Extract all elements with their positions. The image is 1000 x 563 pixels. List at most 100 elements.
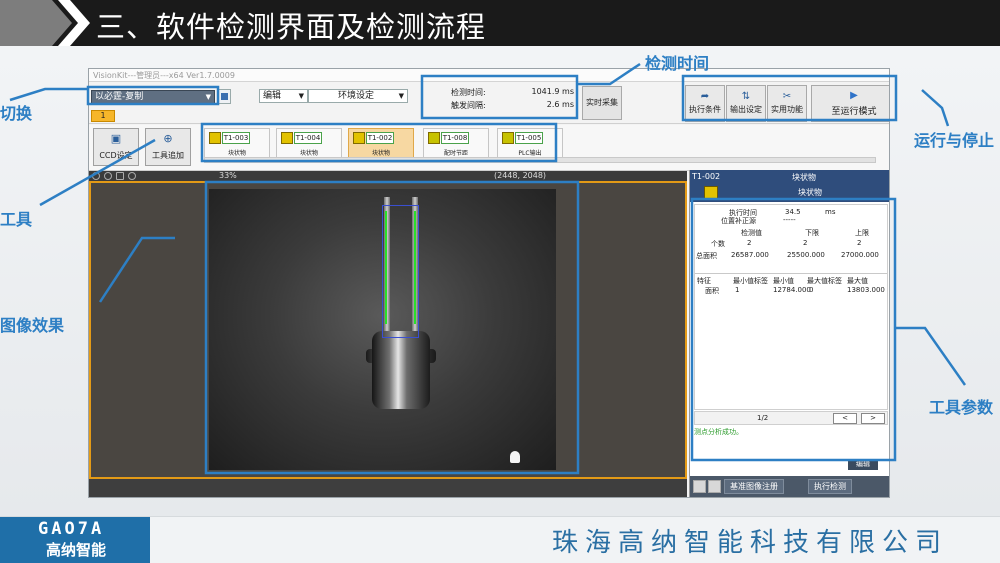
tool-card-T1-008[interactable]: T1-008 配时节距 bbox=[423, 128, 489, 158]
feature-header: 最小值标签 bbox=[733, 277, 768, 285]
pos-comp-value: ----- bbox=[783, 216, 796, 224]
slide-title: 三、软件检测界面及检测流程 bbox=[96, 10, 487, 44]
plc-tool-icon bbox=[502, 132, 514, 144]
edit-menu-label: 编辑 bbox=[263, 91, 282, 101]
slide-footer: GAO7A 高纳智能 珠海高纳智能科技有限公司 bbox=[0, 516, 1000, 563]
program-select-value: 以必霆-复制 bbox=[95, 92, 144, 102]
env-menu-label: 环境设定 bbox=[338, 91, 375, 101]
run-mode-button[interactable]: ▶ 至运行模式 bbox=[811, 85, 889, 122]
feature-cell: 13803.000 bbox=[847, 286, 885, 294]
annotation-tool-params: 工具参数 bbox=[929, 398, 994, 417]
feature-cell: 1 bbox=[735, 286, 740, 294]
row-label: 个数 bbox=[711, 240, 725, 248]
edit-menu[interactable]: 编辑 ▼ bbox=[259, 89, 308, 103]
detect-time-label: 检测时间: bbox=[451, 88, 486, 97]
trigger-interval-label: 触发间隔: bbox=[451, 101, 486, 110]
zoom-in-icon[interactable] bbox=[92, 172, 100, 180]
row-value: 27000.000 bbox=[841, 251, 879, 259]
logo-text-cn: 高纳智能 bbox=[46, 541, 107, 559]
chevron-decoration bbox=[0, 0, 90, 46]
chevron-down-icon: ▼ bbox=[398, 92, 404, 100]
row-label: 总面积 bbox=[696, 252, 717, 260]
prev-page-button[interactable]: < bbox=[833, 413, 857, 424]
output-setting-label: 输出设定 bbox=[730, 105, 762, 114]
detect-time-box: 检测时间: 1041.9 ms 触发间隔: 2.6 ms bbox=[426, 83, 580, 117]
chevron-down-icon: ▼ bbox=[298, 92, 304, 100]
panel-tool-subname: 块状物 bbox=[798, 188, 822, 197]
feature-table: 特征 最小值标签 最小值 最大值标签 最大值 面积 1 12784.000 0 … bbox=[695, 273, 887, 409]
zoom-reset-icon[interactable] bbox=[128, 172, 136, 180]
tool-card-T1-005[interactable]: T1-005 PLC输出 bbox=[497, 128, 563, 158]
trigger-interval-value: 2.6 ms bbox=[546, 100, 574, 109]
next-page-button[interactable]: > bbox=[861, 413, 885, 424]
print-icon[interactable] bbox=[693, 480, 706, 493]
exec-condition-label: 执行条件 bbox=[689, 105, 721, 114]
gear-icon[interactable] bbox=[708, 480, 721, 493]
detected-edge bbox=[414, 211, 416, 324]
panel-tool-id: T1-002 bbox=[692, 172, 721, 181]
tool-id: T1-002 bbox=[366, 132, 394, 144]
feature-header: 最大值标签 bbox=[807, 277, 842, 285]
save-icon[interactable] bbox=[217, 89, 231, 104]
utility-button[interactable]: ✂ 实用功能 bbox=[767, 85, 807, 122]
fit-icon[interactable] bbox=[116, 172, 124, 180]
row-value: 26587.000 bbox=[731, 251, 769, 259]
tool-name: 块状物 bbox=[371, 150, 390, 157]
annotation-switch: 切换 bbox=[0, 104, 33, 123]
tool-name: 配时节距 bbox=[443, 150, 468, 157]
zoom-out-icon[interactable] bbox=[104, 172, 112, 180]
chevron-down-icon: ▼ bbox=[205, 93, 211, 101]
tool-scrollbar[interactable] bbox=[204, 157, 876, 163]
ccd-setting-label: CCD设定 bbox=[99, 151, 133, 160]
env-menu[interactable]: 环境设定 ▼ bbox=[308, 89, 408, 103]
tool-name: 块状物 bbox=[299, 150, 318, 157]
exec-detect-button[interactable]: 执行检测 bbox=[808, 479, 852, 494]
pager: 1/2 < > bbox=[694, 411, 888, 425]
tool-param-panel: T1-002 块状物 块状物 执行时间 34.5 ms 位置补正源 ----- … bbox=[689, 170, 889, 497]
col-header: 下限 bbox=[805, 229, 819, 237]
window-title: VisionKit---管理员---x64 Ver1.7.0009 bbox=[93, 71, 235, 80]
tool-card-T1-002[interactable]: T1-002 块状物 bbox=[348, 128, 414, 158]
tool-id: T1-004 bbox=[294, 132, 322, 144]
output-setting-button[interactable]: ⇅ 输出设定 bbox=[726, 85, 766, 122]
program-tab[interactable]: 1 bbox=[91, 110, 115, 122]
tool-name: 块状物 bbox=[227, 150, 246, 157]
tool-card-T1-004[interactable]: T1-004 块状物 bbox=[276, 128, 342, 158]
play-icon: ▶ bbox=[850, 90, 858, 101]
program-select[interactable]: 以必霆-复制 ▼ bbox=[91, 90, 215, 104]
row-value: 2 bbox=[747, 239, 752, 247]
image-resolution: (2448, 2048) bbox=[494, 171, 547, 180]
tool-name: PLC输出 bbox=[518, 150, 542, 157]
exec-time-value: 34.5 bbox=[785, 208, 801, 216]
feature-cell: 0 bbox=[809, 286, 814, 294]
company-logo: GAO7A 高纳智能 bbox=[0, 517, 150, 563]
tool-add-label: 工具追加 bbox=[152, 151, 184, 160]
log-message: 测点分析成功。 bbox=[694, 428, 743, 436]
edit-button[interactable]: 编辑 bbox=[848, 459, 878, 470]
camera-image bbox=[209, 189, 556, 470]
tool-id: T1-005 bbox=[515, 132, 543, 144]
image-viewer[interactable] bbox=[89, 181, 687, 479]
company-name: 珠海高纳智能科技有限公司 bbox=[552, 528, 949, 558]
blob-tool-icon bbox=[209, 132, 221, 144]
ccd-setting-button[interactable]: ▣ CCD设定 bbox=[93, 128, 139, 166]
exec-time-unit: ms bbox=[825, 208, 836, 216]
visionkit-window: VisionKit---管理员---x64 Ver1.7.0009 以必霆-复制… bbox=[88, 68, 890, 498]
tool-add-button[interactable]: ⊕ 工具追加 bbox=[145, 128, 191, 166]
annotation-detect-time: 检测时间 bbox=[645, 54, 710, 73]
viewer-toolbar: 33% (2448, 2048) bbox=[89, 171, 687, 181]
zoom-level: 33% bbox=[219, 171, 237, 180]
live-capture-button[interactable]: 实时采集 bbox=[582, 86, 622, 120]
row-value: 25500.000 bbox=[787, 251, 825, 259]
col-header: 上限 bbox=[855, 229, 869, 237]
panel-header: T1-002 块状物 块状物 bbox=[690, 170, 889, 202]
utility-label: 实用功能 bbox=[771, 105, 803, 114]
annotation-image-effect: 图像效果 bbox=[0, 316, 65, 335]
tool-card-T1-003[interactable]: T1-003 块状物 bbox=[204, 128, 270, 158]
top-toolbar: 以必霆-复制 ▼ 1 编辑 ▼ 环境设定 ▼ 检测时间: 1041.9 ms 触… bbox=[89, 82, 889, 124]
page-indicator: 1/2 bbox=[757, 414, 769, 422]
ref-image-button[interactable]: 基准图像注册 bbox=[724, 479, 784, 494]
window-titlebar: VisionKit---管理员---x64 Ver1.7.0009 bbox=[89, 69, 889, 82]
component-body bbox=[372, 331, 430, 409]
exec-condition-button[interactable]: ➦ 执行条件 bbox=[685, 85, 725, 122]
